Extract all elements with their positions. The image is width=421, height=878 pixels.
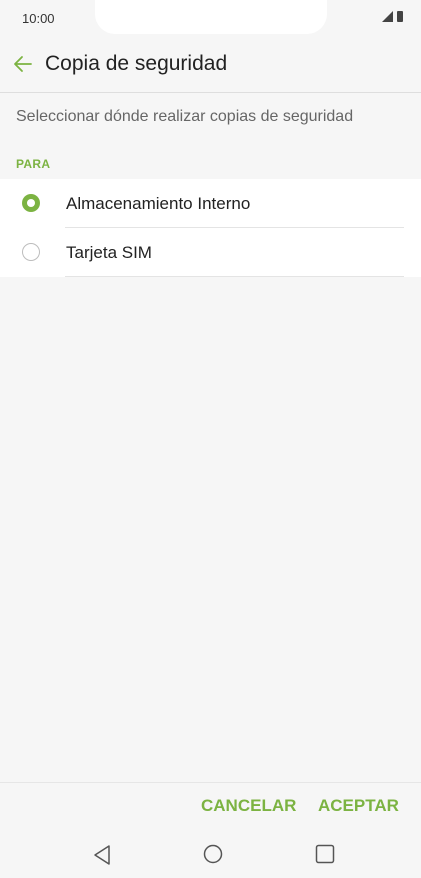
actions-divider (0, 782, 421, 783)
circle-home-icon[interactable] (203, 844, 223, 864)
cancel-button[interactable]: CANCELAR (201, 796, 296, 816)
square-recent-icon[interactable] (315, 844, 335, 864)
triangle-back-icon[interactable] (92, 844, 112, 866)
option-list: Almacenamiento Interno Tarjeta SIM (0, 179, 421, 277)
signal-icon (382, 11, 393, 22)
arrow-left-icon[interactable] (12, 52, 34, 76)
navigation-bar (0, 832, 421, 878)
radio-selected-icon[interactable] (22, 194, 40, 212)
status-time: 10:00 (22, 11, 55, 26)
section-label: PARA (16, 157, 51, 171)
display-notch (95, 0, 327, 34)
page-title: Copia de seguridad (45, 52, 228, 75)
battery-icon (397, 11, 403, 22)
option-sim-card[interactable]: Tarjeta SIM (0, 228, 421, 277)
option-label: Almacenamiento Interno (66, 194, 251, 213)
app-bar: Copia de seguridad (0, 38, 421, 92)
system-icons (382, 11, 403, 22)
status-bar: 10:00 (0, 0, 421, 36)
page-subtitle: Seleccionar dónde realizar copias de seg… (16, 108, 354, 125)
radio-unselected-icon[interactable] (22, 243, 40, 261)
option-label: Tarjeta SIM (66, 243, 152, 262)
option-internal-storage[interactable]: Almacenamiento Interno (0, 179, 421, 228)
accept-button[interactable]: ACEPTAR (318, 796, 399, 816)
row-divider (65, 276, 404, 277)
header-divider (0, 92, 421, 93)
